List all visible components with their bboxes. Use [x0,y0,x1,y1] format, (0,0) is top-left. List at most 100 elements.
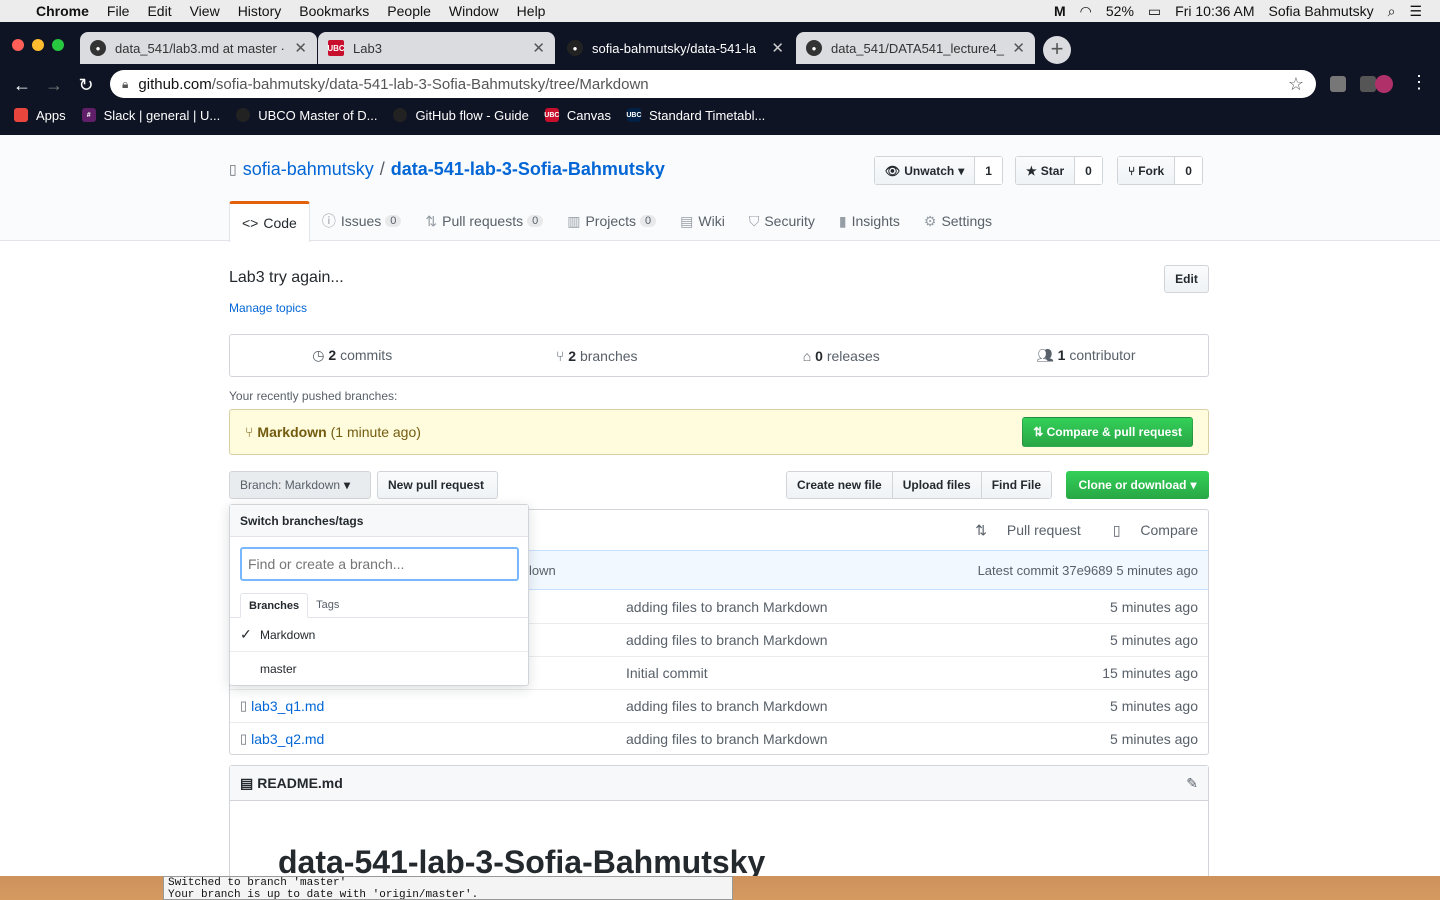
repo-owner-link[interactable]: sofia-bahmutsky [243,159,374,180]
pushed-branch-link[interactable]: Markdown [257,424,326,440]
create-new-file-button[interactable]: Create new file [787,472,893,498]
new-tab-button[interactable]: + [1043,36,1071,64]
reload-icon[interactable]: ↻ [70,75,102,96]
profile-avatar[interactable] [1375,75,1393,93]
address-bar[interactable]: 🔒︎ github.com/sofia-bahmutsky/data-541-l… [110,70,1316,98]
close-window-icon[interactable] [12,39,24,51]
branch-select-button[interactable]: Branch: Markdown ▾ [229,471,371,499]
terminal-line: Switched to branch 'master' [168,877,347,889]
bookmark-slack[interactable]: # Slack | general | U... [81,108,220,123]
file-link[interactable]: ▯ lab3_q1.md [240,698,626,714]
browser-tab[interactable]: UBC Lab3 ✕ [318,32,555,64]
find-file-button[interactable]: Find File [981,472,1052,498]
branch-item-markdown[interactable]: ✓ Markdown [230,618,528,652]
wifi-icon[interactable]: ◠ [1073,3,1099,20]
browser-tab[interactable]: ● data_541/DATA541_lecture4_ ✕ [796,32,1035,64]
tab-label: Wiki [698,213,725,229]
tab-settings[interactable]: ⚙ Settings [912,201,1004,241]
pencil-icon[interactable]: ✎ [1186,775,1198,792]
branches-link[interactable]: ⑂ 2 branches [475,348,720,364]
manage-topics-link[interactable]: Manage topics [229,301,307,315]
table-row: ▯ lab3_q2.md adding files to branch Markdo… [230,722,1208,754]
menu-window[interactable]: Window [440,3,508,19]
clock[interactable]: Fri 10:36 AM [1168,3,1261,19]
tab-insights[interactable]: ▮ Insights [827,201,912,241]
tab-wiki[interactable]: ▤ Wiki [668,201,737,241]
tab-tags[interactable]: Tags [308,593,347,617]
browser-toolbar: ← → ↻ 🔒︎ github.com/sofia-bahmutsky/data… [0,70,1440,100]
minimize-window-icon[interactable] [32,39,44,51]
bookmark-star-icon[interactable]: ☆ [1288,74,1304,95]
pull-request-link[interactable]: ⇅ Pull request [959,522,1081,539]
menu-bookmarks[interactable]: Bookmarks [290,3,378,19]
bookmark-canvas[interactable]: UBC Canvas [544,107,611,123]
tab-projects[interactable]: ▥ Projects 0 [555,201,668,241]
commit-message[interactable]: Initial commit [626,665,1102,681]
file-link[interactable]: ▯ lab3_q2.md [240,731,626,747]
menu-view[interactable]: View [181,3,229,19]
commit-message[interactable]: adding files to branch Markdown [626,599,1110,615]
menu-edit[interactable]: Edit [138,3,180,19]
latest-commit[interactable]: Latest commit 37e9689 5 minutes ago [978,563,1198,578]
commit-message[interactable]: adding files to branch Markdown [626,632,1110,648]
close-tab-icon[interactable]: ✕ [294,39,307,57]
bookmark-ubco[interactable]: UBCO Master of D... [236,108,377,123]
extension-icon[interactable] [1360,76,1376,92]
close-tab-icon[interactable]: ✕ [532,39,545,57]
tab-security[interactable]: ⛉ Security [737,201,827,241]
pushed-time: (1 minute ago) [330,424,421,440]
extension-icon[interactable] [1330,76,1346,92]
battery-icon[interactable]: ▭ [1141,3,1168,20]
terminal-window[interactable]: Switched to branch 'master' Your branch … [163,876,733,900]
close-tab-icon[interactable]: ✕ [1012,39,1025,57]
compare-pull-request-button[interactable]: ⇅ Compare & pull request [1022,417,1193,447]
edit-description-button[interactable]: Edit [1164,265,1209,293]
chrome-menu-icon[interactable]: ⋮ [1410,72,1428,93]
menu-history[interactable]: History [229,3,291,19]
contributors-link[interactable]: 👥︎ 1 contributor [964,347,1209,364]
zoom-window-icon[interactable] [52,39,64,51]
back-icon[interactable]: ← [6,75,38,96]
releases-link[interactable]: ⌂ 0 releases [719,348,964,364]
fork-button[interactable]: ⑂ Fork [1118,157,1176,184]
spotlight-icon[interactable]: ⌕ [1381,3,1403,20]
watch-count[interactable]: 1 [975,157,1002,184]
new-pull-request-button[interactable]: New pull request [377,471,498,499]
bookmark-timetable[interactable]: UBC Standard Timetabl... [626,108,765,123]
forward-icon[interactable]: → [38,75,70,96]
tab-code[interactable]: <> Code [229,201,310,242]
browser-tab-active[interactable]: ● sofia-bahmutsky/data-541-la ✕ [557,32,794,64]
repo-name-link[interactable]: data-541-lab-3-Sofia-Bahmutsky [391,159,665,180]
unwatch-button[interactable]: 👁︎ Unwatch ▾ [875,157,976,184]
close-tab-icon[interactable]: ✕ [771,39,784,57]
notification-center-icon[interactable]: ☰ [1402,3,1440,20]
upload-files-button[interactable]: Upload files [892,472,982,498]
star-count[interactable]: 0 [1075,157,1102,184]
malwarebytes-icon[interactable]: M [1047,3,1073,19]
bookmark-github-flow[interactable]: GitHub flow - Guide [393,108,529,123]
menu-file[interactable]: File [98,3,139,19]
commits-link[interactable]: ◷ 2 commits [230,347,475,364]
tab-branches[interactable]: Branches [240,593,309,618]
gear-icon: ⚙ [923,212,937,229]
bookmark-label: Canvas [566,107,611,123]
clone-download-button[interactable]: Clone or download ▾ [1066,471,1209,499]
commit-message[interactable]: adding files to branch Markdown [626,698,1110,714]
tab-pull-requests[interactable]: ⇅ Pull requests 0 [413,201,555,241]
bookmark-apps[interactable]: Apps [14,108,66,123]
menu-app-name[interactable]: Chrome [27,3,98,19]
menu-people[interactable]: People [378,3,440,19]
menu-help[interactable]: Help [508,3,555,19]
star-button[interactable]: ★ Star [1016,157,1076,184]
tab-issues[interactable]: ⓘ Issues 0 [310,201,414,241]
table-row: ▯ lab3_q1.md adding files to branch Markdo… [230,689,1208,722]
fork-count[interactable]: 0 [1175,157,1202,184]
branch-filter-input[interactable] [240,547,519,581]
commit-message-tail[interactable]: lown [529,563,556,578]
commit-message[interactable]: adding files to branch Markdown [626,731,1110,747]
browser-tab[interactable]: ● data_541/lab3.md at master · ✕ [80,32,317,64]
compare-link[interactable]: ▯ Compare [1097,522,1198,539]
branch-item-master[interactable]: master [230,652,528,686]
battery-percent[interactable]: 52% [1099,3,1141,19]
user-name[interactable]: Sofia Bahmutsky [1262,3,1381,19]
